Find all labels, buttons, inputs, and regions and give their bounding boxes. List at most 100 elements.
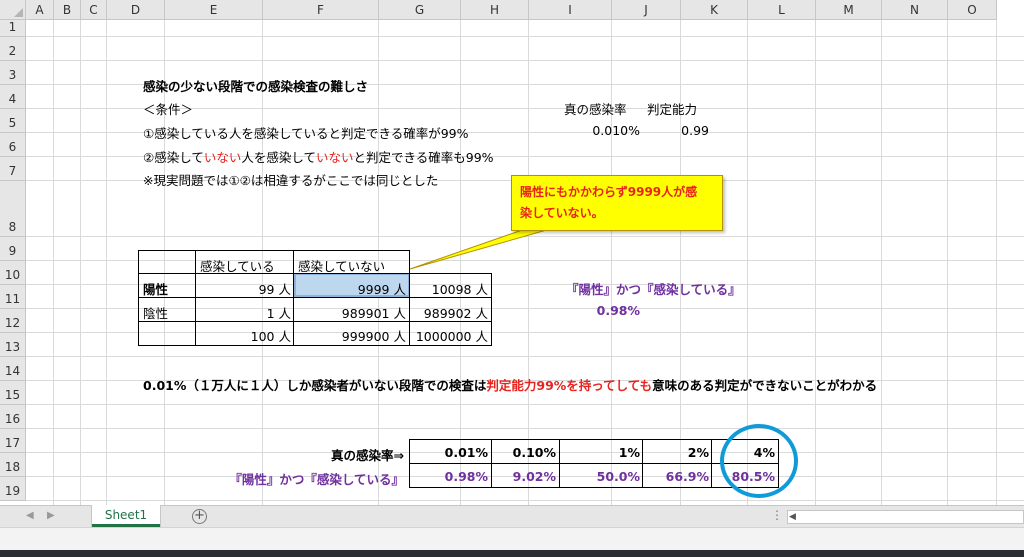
row-header-12[interactable]: 12 xyxy=(0,309,26,333)
conditions-label: ＜条件＞ xyxy=(143,102,194,117)
gridline-horizontal xyxy=(26,332,1024,333)
row-header-16[interactable]: 16 xyxy=(0,405,26,429)
callout-line-1: 陽性にもかかわらず9999人が感 xyxy=(520,185,698,199)
summary-rate-label: 真の感染率⇒ xyxy=(331,448,404,463)
status-bar xyxy=(0,527,1024,557)
gridline-vertical xyxy=(80,20,81,505)
cell-e12[interactable]: 100 人 xyxy=(195,326,291,345)
gridline-vertical xyxy=(611,20,612,505)
scroll-left-icon[interactable]: ◀ xyxy=(789,511,796,523)
gridline-vertical xyxy=(947,20,948,505)
summary-border xyxy=(642,439,643,488)
summary-ppv-3[interactable]: 50.0% xyxy=(560,469,640,484)
true-rate-label: 真の感染率 xyxy=(564,102,627,117)
gridline-horizontal xyxy=(26,428,1024,429)
summary-ppv-label: 『陽性』かつ『感染している』 xyxy=(229,472,404,487)
row-header-13[interactable]: 13 xyxy=(0,333,26,357)
column-header-f[interactable]: F xyxy=(263,0,379,20)
row-header-6[interactable]: 6 xyxy=(0,133,26,157)
table-border xyxy=(491,273,492,346)
row-header-18[interactable]: 18 xyxy=(0,453,26,477)
cell-e11[interactable]: 1 人 xyxy=(195,303,291,322)
summary-border xyxy=(491,439,492,488)
summary-ppv-1[interactable]: 0.98% xyxy=(410,469,488,484)
gridline-horizontal xyxy=(26,500,1024,501)
summary-border xyxy=(711,439,712,488)
horizontal-scrollbar[interactable]: ◀ xyxy=(787,510,1024,524)
column-header-g[interactable]: G xyxy=(379,0,461,20)
row-header-7[interactable]: 7 xyxy=(0,157,26,181)
column-header-b[interactable]: B xyxy=(54,0,81,20)
row-header-4[interactable]: 4 xyxy=(0,85,26,109)
add-sheet-icon[interactable]: + xyxy=(192,509,207,524)
cell-f10[interactable]: 9999 人 xyxy=(294,279,406,298)
cell-g10[interactable]: 10098 人 xyxy=(410,279,488,298)
ability-label: 判定能力 xyxy=(647,102,698,117)
summary-rate-4[interactable]: 2% xyxy=(643,445,709,460)
table-border xyxy=(138,297,492,298)
gridline-vertical xyxy=(680,20,681,505)
column-header-k[interactable]: K xyxy=(681,0,748,20)
row-header-19[interactable]: 19 xyxy=(0,477,26,501)
condition-2: ②感染していない人を感染していないと判定できる確率も99% xyxy=(143,150,494,165)
column-header-o[interactable]: O xyxy=(948,0,997,20)
table-border xyxy=(138,321,492,322)
callout-comment[interactable]: 陽性にもかかわらず9999人が感 染していない。 xyxy=(511,175,723,231)
positive-label: 陽性 xyxy=(143,282,169,297)
row-header-1[interactable]: 1 xyxy=(0,20,26,37)
row-header-3[interactable]: 3 xyxy=(0,61,26,85)
column-header-n[interactable]: N xyxy=(882,0,948,20)
ability-value: 0.99 xyxy=(681,123,709,138)
row-header-9[interactable]: 9 xyxy=(0,237,26,261)
cell-e10[interactable]: 99 人 xyxy=(195,279,291,298)
column-header-a[interactable]: A xyxy=(26,0,54,20)
column-header-h[interactable]: H xyxy=(461,0,529,20)
summary-rate-2[interactable]: 0.10% xyxy=(492,445,556,460)
column-header-d[interactable]: D xyxy=(107,0,165,20)
cell-f12[interactable]: 999900 人 xyxy=(294,326,406,345)
callout-line-2: 染していない。 xyxy=(520,206,604,220)
cell-f11[interactable]: 989901 人 xyxy=(294,303,406,322)
select-all-corner[interactable] xyxy=(0,0,26,20)
row-header-10[interactable]: 10 xyxy=(0,261,26,285)
row-header-8[interactable]: 8 xyxy=(0,181,26,237)
summary-rate-3[interactable]: 1% xyxy=(560,445,640,460)
prev-sheet-icon[interactable]: ◀ xyxy=(26,510,34,521)
true-rate-value: 0.010% xyxy=(592,123,640,138)
summary-ppv-2[interactable]: 9.02% xyxy=(492,469,556,484)
gridline-horizontal xyxy=(26,356,1024,357)
condition-1: ①感染している人を感染していると判定できる確率が99% xyxy=(143,126,469,141)
tab-split-handle-icon[interactable]: ⋮ xyxy=(771,508,783,522)
sheet-title: 感染の少ない段階での感染検査の難しさ xyxy=(143,79,369,94)
table-border xyxy=(138,250,410,251)
table-border xyxy=(138,345,492,346)
column-header-c[interactable]: C xyxy=(81,0,107,20)
row-header-17[interactable]: 17 xyxy=(0,429,26,453)
row-header-11[interactable]: 11 xyxy=(0,285,26,309)
gridline-horizontal xyxy=(26,36,1024,37)
select-all-triangle-icon xyxy=(14,8,23,17)
gridline-vertical xyxy=(881,20,882,505)
condition-note: ※現実問題では①②は相違するがここでは同じとした xyxy=(143,173,439,188)
cell-g12[interactable]: 1000000 人 xyxy=(410,326,488,345)
row-header-5[interactable]: 5 xyxy=(0,109,26,133)
sheet-tab-sheet1[interactable]: Sheet1 xyxy=(92,505,160,527)
summary-border xyxy=(409,439,779,440)
spreadsheet-grid[interactable]: ABCDEFGHIJKLMNO 1 2 3 4 5 6 7 8 9 10 11 12 13 14 15 16 1… xyxy=(0,0,1024,505)
cell-g11[interactable]: 989902 人 xyxy=(410,303,488,322)
gridline-vertical xyxy=(106,20,107,505)
row-header-14[interactable]: 14 xyxy=(0,357,26,381)
ppv-value: 0.98% xyxy=(596,303,640,318)
next-sheet-icon[interactable]: ▶ xyxy=(47,510,55,521)
column-header-j[interactable]: J xyxy=(612,0,681,20)
summary-ppv-4[interactable]: 66.9% xyxy=(643,469,709,484)
column-header-m[interactable]: M xyxy=(816,0,882,20)
gridline-horizontal xyxy=(26,308,1024,309)
row-header-15[interactable]: 15 xyxy=(0,381,26,405)
column-header-i[interactable]: I xyxy=(529,0,612,20)
column-header-l[interactable]: L xyxy=(748,0,816,20)
column-header-e[interactable]: E xyxy=(165,0,263,20)
summary-rate-1[interactable]: 0.01% xyxy=(410,445,488,460)
row-header-2[interactable]: 2 xyxy=(0,37,26,61)
gridline-vertical xyxy=(996,20,997,505)
